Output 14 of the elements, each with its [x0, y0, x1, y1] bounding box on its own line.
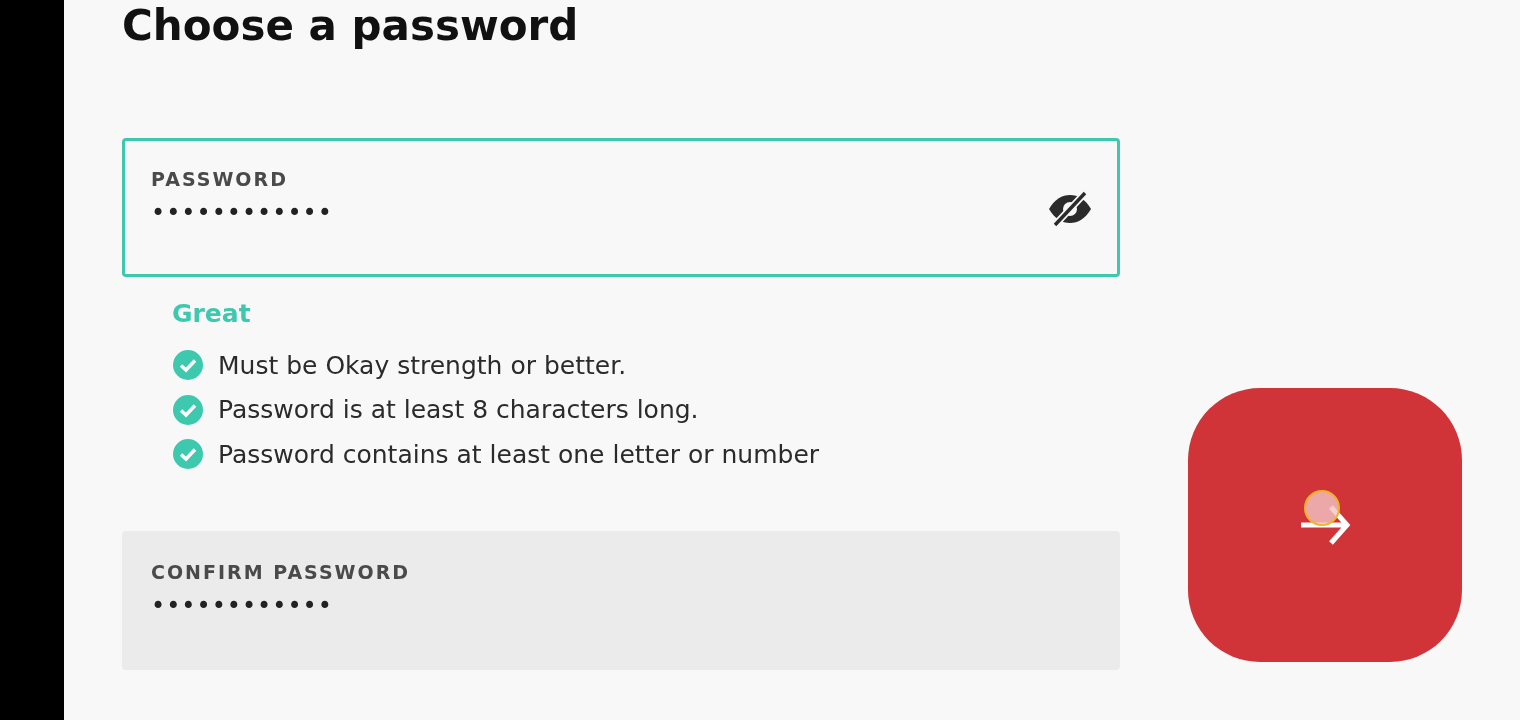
field-label: CONFIRM PASSWORD [151, 560, 412, 584]
next-button[interactable] [1188, 388, 1462, 662]
touch-indicator [1304, 490, 1340, 526]
page-title: Choose a password [122, 0, 580, 52]
password-value: •••••••••••• [151, 591, 333, 622]
requirement-text: Password contains at least one letter or number [218, 438, 820, 471]
eye-slash-icon[interactable] [1047, 191, 1093, 227]
requirement-text: Password is at least 8 characters long. [218, 394, 699, 426]
password-value: •••••••••••• [151, 198, 333, 229]
strength-label: Great [172, 298, 252, 330]
requirement-text: Must be Okay strength or better. [218, 349, 627, 382]
field-label: PASSWORD [151, 167, 289, 191]
password-field[interactable]: CONFIRM PASSWORD •••••••••••• [122, 531, 1120, 670]
password-field[interactable]: PASSWORD •••••••••••• [122, 138, 1120, 277]
